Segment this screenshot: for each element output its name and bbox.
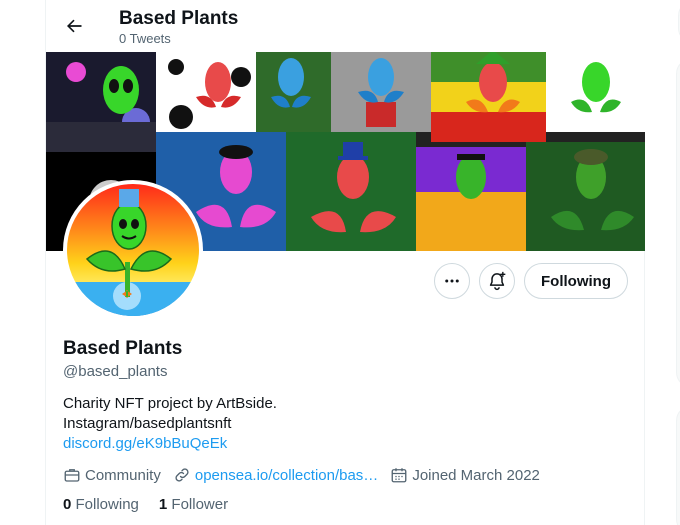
briefcase-icon bbox=[64, 469, 80, 482]
profile-handle: @based_plants bbox=[63, 363, 168, 380]
notifications-button[interactable] bbox=[479, 263, 516, 299]
right-column bbox=[646, 0, 680, 525]
profile-bio: Charity NFT project by ArtBside. Instagr… bbox=[63, 394, 623, 454]
link-icon bbox=[175, 468, 189, 482]
calendar-icon bbox=[391, 468, 407, 483]
profile-name: Based Plants bbox=[63, 338, 183, 359]
more-button[interactable] bbox=[434, 263, 471, 299]
bio-line-2: Instagram/basedplantsnft bbox=[63, 415, 232, 432]
avatar[interactable] bbox=[63, 180, 203, 320]
profile-meta: Community opensea.io/collection/bas… Joi… bbox=[63, 466, 623, 484]
bio-line-1: Charity NFT project by ArtBside. bbox=[63, 395, 277, 412]
avatar-image bbox=[67, 184, 199, 316]
following-count-link[interactable]: 0 Following bbox=[63, 496, 139, 513]
right-sidebar-card-2 bbox=[676, 405, 680, 525]
followers-count-link[interactable]: 1 Follower bbox=[159, 496, 228, 513]
back-button[interactable] bbox=[58, 10, 90, 42]
website-link[interactable]: opensea.io/collection/bas… bbox=[195, 467, 378, 484]
arrow-left-icon bbox=[67, 19, 82, 33]
category-label: Community bbox=[85, 466, 161, 484]
joined-item: Joined March 2022 bbox=[390, 466, 540, 484]
profile-info: Based Plants @based_plants Charity NFT p… bbox=[63, 337, 623, 513]
tweet-count: 0 Tweets bbox=[119, 31, 171, 46]
profile-stats: 0 Following 1 Follower bbox=[63, 496, 623, 513]
following-count: 0 bbox=[63, 496, 72, 513]
left-gutter bbox=[0, 0, 46, 525]
more-icon bbox=[445, 279, 459, 283]
followers-label: Follower bbox=[171, 496, 229, 513]
bio-link[interactable]: discord.gg/eK9bBuQeEk bbox=[63, 434, 623, 454]
profile-actions: Following bbox=[434, 263, 628, 299]
joined-date: Joined March 2022 bbox=[412, 466, 540, 484]
category-item: Community bbox=[63, 466, 161, 484]
followers-count: 1 bbox=[158, 496, 168, 513]
right-sidebar-card bbox=[676, 58, 680, 388]
website-item: opensea.io/collection/bas… bbox=[173, 466, 378, 484]
following-label: Following bbox=[75, 496, 139, 513]
bell-plus-icon bbox=[489, 271, 506, 291]
following-button[interactable]: Following bbox=[524, 263, 628, 299]
header-title: Based Plants bbox=[119, 8, 239, 29]
profile-column: Based Plants 0 Tweets Following Based Pl… bbox=[46, 0, 645, 525]
profile-header-bar: Based Plants 0 Tweets bbox=[46, 0, 645, 52]
